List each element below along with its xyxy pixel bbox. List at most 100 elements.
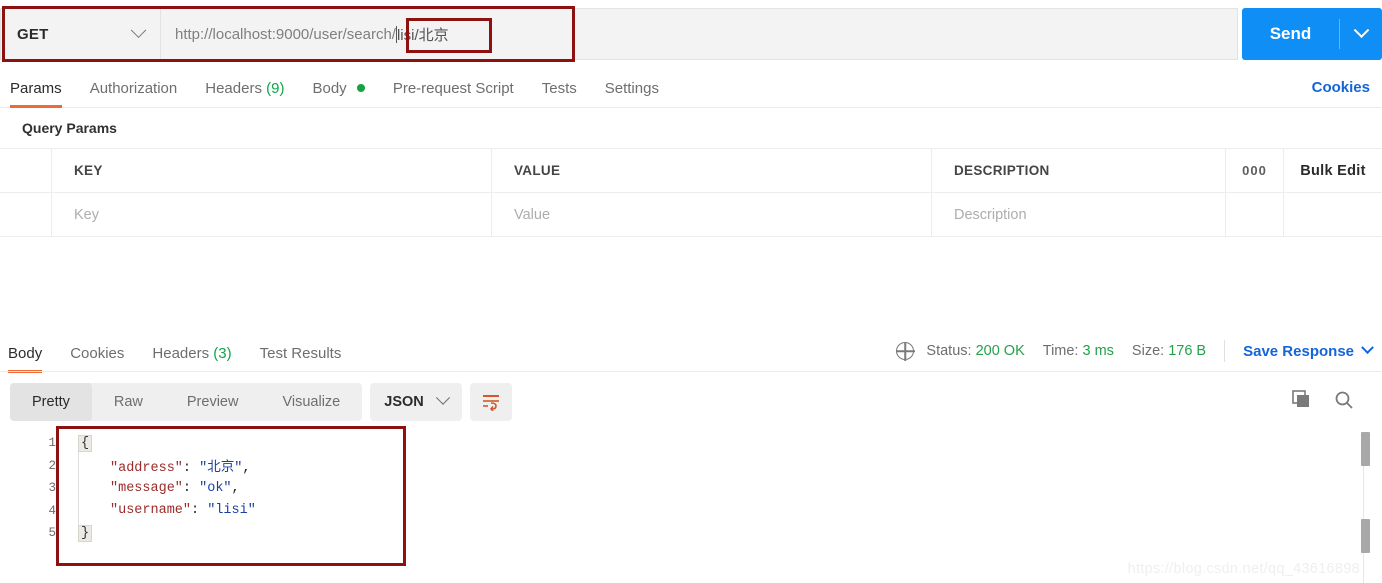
- divider: [0, 371, 1382, 372]
- size-label: Size:: [1131, 343, 1165, 359]
- save-response-label: Save Response: [1243, 342, 1354, 360]
- tab-label: Tests: [541, 80, 577, 97]
- tab-params[interactable]: Params: [10, 80, 62, 108]
- code-brace[interactable]: {: [78, 434, 93, 452]
- http-method-label: GET: [17, 25, 49, 43]
- cookies-link[interactable]: Cookies: [1312, 79, 1370, 96]
- tab-label: Test Results: [259, 344, 342, 362]
- code-line: 2 "address": "北京",: [30, 455, 1330, 478]
- send-options-button[interactable]: [1340, 21, 1382, 40]
- response-body-code[interactable]: 1 { 2 "address": "北京", 3 "message": "ok"…: [30, 432, 1330, 545]
- tab-label: Headers: [152, 344, 210, 362]
- response-status-bar: Status: 200 OK Time: 3 ms Size: 176 B Sa…: [896, 340, 1374, 362]
- line-number: 1: [48, 436, 56, 451]
- row-checkbox-cell[interactable]: [0, 193, 52, 236]
- row-spacer: [1226, 193, 1284, 236]
- code-line: 3 "message": "ok",: [30, 477, 1330, 500]
- json-value: "lisi": [207, 503, 256, 519]
- save-response-button[interactable]: Save Response: [1243, 340, 1374, 360]
- send-button[interactable]: Send: [1242, 8, 1382, 60]
- scrollbar-thumb-top[interactable]: [1361, 432, 1370, 466]
- response-tab-headers[interactable]: Headers (3): [152, 345, 231, 364]
- tab-tests[interactable]: Tests: [542, 80, 577, 99]
- url-text-prefix: http://localhost:9000/user/search/: [175, 25, 396, 43]
- chevron-down-icon: [1361, 340, 1374, 354]
- param-description-input[interactable]: Description: [932, 193, 1226, 236]
- url-text-highlight: lisi/北京: [396, 26, 449, 44]
- tab-label: Authorization: [89, 80, 178, 97]
- size-value: 176 B: [1168, 343, 1207, 359]
- tab-body[interactable]: Body: [312, 80, 365, 99]
- chevron-down-icon: [435, 390, 450, 405]
- json-key: "address": [110, 461, 183, 477]
- tab-settings[interactable]: Settings: [605, 80, 659, 99]
- select-all-checkbox-cell[interactable]: [0, 149, 52, 192]
- line-number: 2: [48, 458, 56, 473]
- http-method-selector[interactable]: GET: [0, 8, 160, 60]
- bulk-edit-button[interactable]: Bulk Edit: [1284, 149, 1382, 192]
- tab-authorization[interactable]: Authorization: [90, 80, 178, 99]
- tab-label: Params: [10, 80, 62, 97]
- view-mode-pretty[interactable]: Pretty: [10, 383, 92, 421]
- response-size-readout: Size: 176 B: [1132, 343, 1206, 359]
- word-wrap-toggle-button[interactable]: [469, 383, 512, 421]
- row-spacer-2: [1284, 193, 1382, 236]
- response-view-mode-group: Pretty Raw Preview Visualize: [10, 383, 363, 421]
- column-header-key: KEY: [52, 149, 492, 192]
- param-key-input[interactable]: Key: [52, 193, 492, 236]
- divider: [1224, 340, 1226, 362]
- query-params-title: Query Params: [22, 120, 117, 136]
- column-header-description: DESCRIPTION: [932, 149, 1226, 192]
- tab-pre-request-script[interactable]: Pre-request Script: [393, 80, 514, 99]
- globe-icon: [896, 342, 915, 360]
- json-comma: ,: [242, 461, 251, 477]
- json-colon: :: [191, 503, 208, 519]
- status-value: 200 OK: [975, 343, 1025, 359]
- bulk-edit-label: Bulk Edit: [1300, 162, 1366, 179]
- send-button-label: Send: [1269, 24, 1312, 43]
- word-wrap-icon: [482, 395, 499, 411]
- tab-headers[interactable]: Headers (9): [205, 80, 284, 99]
- tab-label: Cookies: [70, 344, 125, 362]
- view-mode-preview[interactable]: Preview: [165, 383, 261, 421]
- tab-label: Settings: [604, 80, 659, 97]
- view-mode-raw[interactable]: Raw: [92, 383, 165, 421]
- line-number: 3: [48, 481, 56, 496]
- json-colon: :: [182, 480, 200, 496]
- request-tab-bar: Params Authorization Headers (9) Body Pr…: [0, 72, 1382, 108]
- json-key: "message": [110, 480, 183, 496]
- response-format-selector[interactable]: JSON: [370, 383, 462, 421]
- response-tab-bar: Body Cookies Headers (3) Test Results: [0, 337, 369, 373]
- table-header-row: KEY VALUE DESCRIPTION 000 Bulk Edit: [0, 148, 1382, 193]
- json-value: "ok": [199, 480, 232, 496]
- body-present-dot-icon: [356, 84, 365, 92]
- more-options-button[interactable]: 000: [1226, 149, 1284, 192]
- scrollbar-thumb-bottom[interactable]: [1361, 519, 1370, 553]
- response-headers-count-badge: (3): [213, 344, 232, 362]
- response-format-label: JSON: [384, 394, 424, 410]
- table-row: Key Value Description: [0, 193, 1382, 237]
- json-key: "username": [110, 503, 192, 519]
- chevron-down-icon: [130, 21, 147, 38]
- tab-label: Body: [312, 80, 347, 97]
- url-input[interactable]: http://localhost:9000/user/search/lisi/北…: [160, 8, 1238, 60]
- time-value: 3 ms: [1082, 343, 1114, 359]
- json-comma: ,: [231, 480, 240, 496]
- json-value: "北京": [199, 461, 243, 477]
- line-number: 5: [48, 526, 56, 541]
- status-label: Status:: [926, 343, 972, 359]
- search-icon[interactable]: [1334, 390, 1354, 410]
- line-number: 4: [48, 503, 56, 518]
- code-brace[interactable]: }: [78, 524, 93, 542]
- response-tab-cookies[interactable]: Cookies: [70, 345, 124, 364]
- response-body-actions: [1292, 390, 1354, 410]
- response-tab-body[interactable]: Body: [8, 344, 43, 373]
- response-tab-test-results[interactable]: Test Results: [260, 345, 342, 364]
- view-mode-visualize[interactable]: Visualize: [260, 383, 362, 421]
- code-line: 5 }: [30, 522, 1330, 545]
- tab-label: Body: [8, 344, 43, 362]
- tab-label: Headers: [205, 80, 262, 97]
- time-label: Time:: [1042, 343, 1079, 359]
- param-value-input[interactable]: Value: [492, 193, 932, 236]
- copy-icon[interactable]: [1292, 390, 1312, 410]
